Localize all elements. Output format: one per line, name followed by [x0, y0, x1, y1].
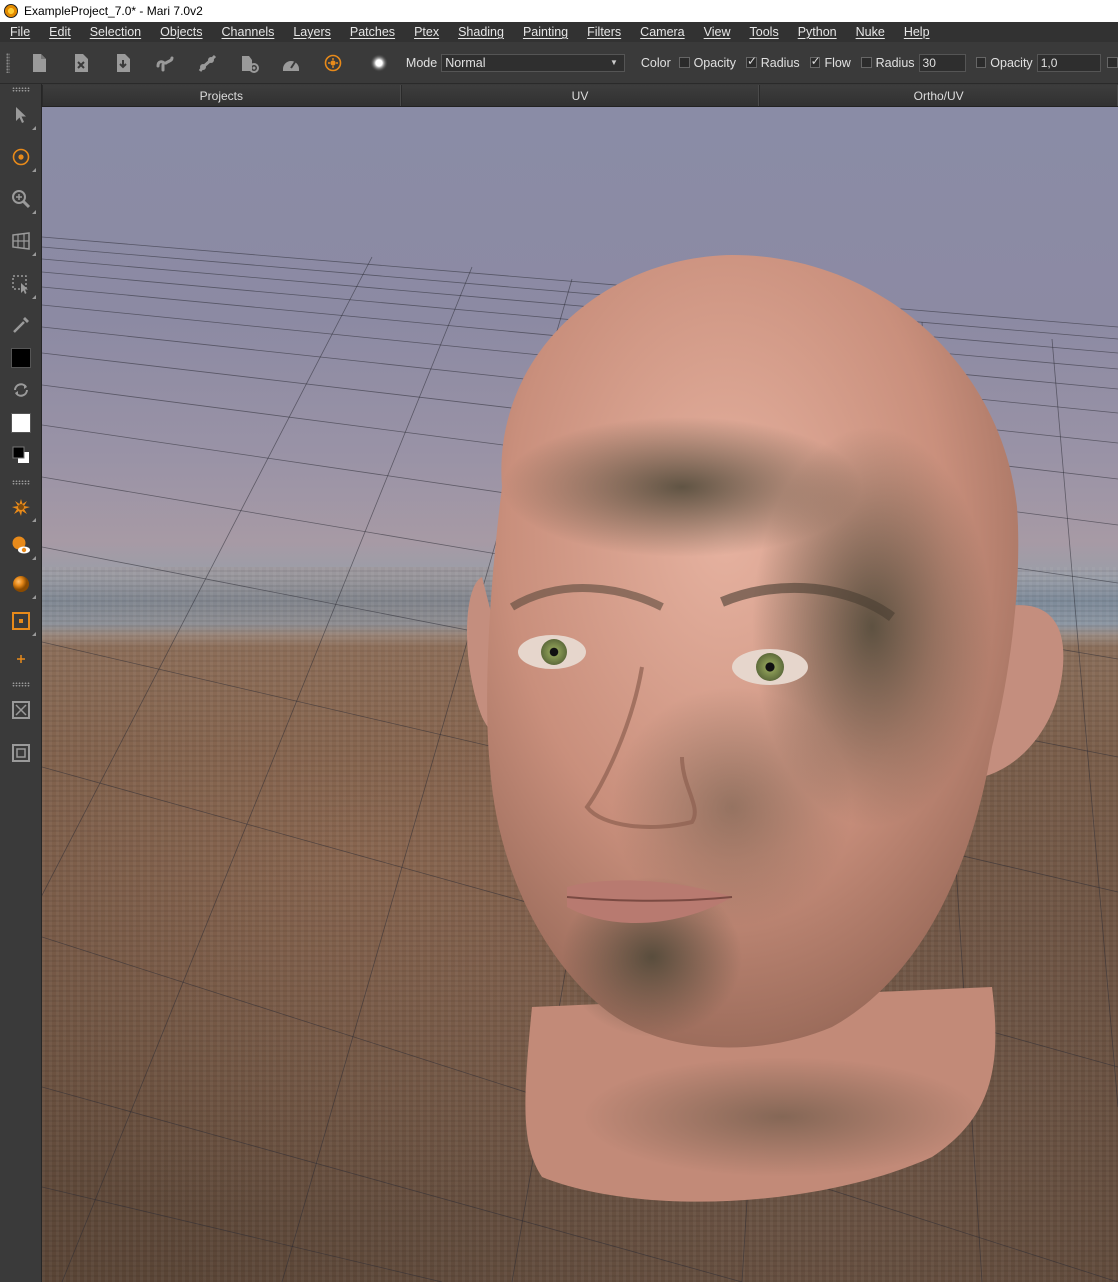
sidebar-grip-2[interactable]	[12, 480, 30, 485]
window-title: ExampleProject_7.0* - Mari 7.0v2	[24, 4, 203, 18]
tools-sidebar	[0, 84, 42, 1282]
menu-python[interactable]: Python	[787, 25, 845, 39]
menu-help[interactable]: Help	[893, 25, 938, 39]
close-box-icon[interactable]	[8, 697, 34, 723]
radius-input[interactable]: 30	[918, 53, 966, 72]
mode-label: Mode	[405, 55, 438, 70]
mari-logo-icon	[4, 4, 18, 18]
default-colors-icon[interactable]	[8, 442, 34, 468]
gauge-icon[interactable]	[280, 52, 302, 74]
zoom-icon[interactable]	[8, 186, 36, 214]
color-checkbox[interactable]	[678, 57, 690, 68]
close-project-icon[interactable]	[70, 52, 92, 74]
import-icon[interactable]	[112, 52, 134, 74]
menu-patches[interactable]: Patches	[339, 25, 403, 39]
menu-file[interactable]: File	[0, 25, 38, 39]
menu-camera[interactable]: Camera	[629, 25, 692, 39]
sidebar-grip-3[interactable]	[12, 682, 30, 687]
eyedropper-icon[interactable]	[8, 312, 34, 338]
splatter-icon[interactable]	[8, 494, 36, 522]
head-model[interactable]	[42, 107, 1118, 1282]
tab-projects[interactable]: Projects	[42, 85, 401, 106]
menu-ptex[interactable]: Ptex	[403, 25, 447, 39]
menu-nuke[interactable]: Nuke	[845, 25, 893, 39]
radius-field-label: Radius	[875, 55, 915, 70]
tool-properties-toolbar: Mode Normal ▼ Color Opacity Radius Flow …	[0, 42, 1118, 84]
menu-objects[interactable]: Objects	[149, 25, 210, 39]
patch-select-icon[interactable]	[8, 608, 36, 636]
shaded-sphere-icon[interactable]	[8, 571, 36, 599]
menu-selection[interactable]: Selection	[79, 25, 149, 39]
sidebar-grip[interactable]	[12, 87, 30, 92]
background-color-icon[interactable]	[8, 410, 34, 436]
link-icon[interactable]	[154, 52, 176, 74]
menu-edit[interactable]: Edit	[38, 25, 79, 39]
menu-channels[interactable]: Channels	[211, 25, 283, 39]
tab-ortho-uv[interactable]: Ortho/UV	[759, 85, 1118, 106]
viewport-tabs: Projects UV Ortho/UV	[42, 85, 1118, 107]
brush-preview-icon[interactable]	[368, 52, 390, 74]
menu-bar: File Edit Selection Objects Channels Lay…	[0, 22, 1118, 42]
menu-painting[interactable]: Painting	[512, 25, 576, 39]
mode-value: Normal	[445, 55, 486, 70]
trailing-checkbox[interactable]	[1107, 57, 1118, 68]
menu-view[interactable]: View	[693, 25, 739, 39]
small-plus-icon[interactable]	[8, 646, 34, 672]
paint-target-icon[interactable]	[322, 52, 344, 74]
mode-select[interactable]: Normal ▼	[441, 53, 625, 72]
opacity-checkbox[interactable]	[745, 54, 757, 68]
title-bar: ExampleProject_7.0* - Mari 7.0v2	[0, 0, 1118, 22]
flow-checkbox[interactable]	[860, 57, 872, 68]
select-arrow-icon[interactable]	[8, 102, 36, 130]
opacity-field-checkbox[interactable]	[975, 57, 987, 68]
opacity-field-label: Opacity	[990, 55, 1033, 70]
menu-layers[interactable]: Layers	[282, 25, 339, 39]
3d-viewport[interactable]	[42, 107, 1118, 1282]
menu-shading[interactable]: Shading	[447, 25, 512, 39]
swap-colors-icon[interactable]	[8, 377, 34, 403]
opacity-label: Opacity	[693, 55, 736, 70]
new-project-icon[interactable]	[28, 52, 50, 74]
merge-icon[interactable]	[196, 52, 218, 74]
tab-uv[interactable]: UV	[400, 85, 760, 106]
paint-through-icon[interactable]	[8, 532, 36, 560]
settings-icon[interactable]	[238, 52, 260, 74]
grid-icon[interactable]	[8, 228, 36, 256]
marquee-select-icon[interactable]	[8, 271, 36, 299]
chevron-down-icon: ▼	[609, 58, 618, 67]
color-label: Color	[640, 55, 671, 70]
foreground-swatch	[11, 348, 31, 368]
toolbar-grip[interactable]	[6, 52, 10, 73]
radius-label: Radius	[760, 55, 800, 70]
menu-tools[interactable]: Tools	[739, 25, 787, 39]
foreground-color-icon[interactable]	[8, 345, 34, 371]
radius-checkbox[interactable]	[809, 54, 820, 68]
menu-filters[interactable]: Filters	[576, 25, 629, 39]
paint-target-icon[interactable]	[8, 144, 36, 172]
flow-label: Flow	[824, 55, 851, 70]
frame-icon[interactable]	[8, 740, 34, 766]
opacity-input[interactable]: 1,0	[1036, 53, 1102, 72]
background-swatch	[11, 413, 31, 433]
